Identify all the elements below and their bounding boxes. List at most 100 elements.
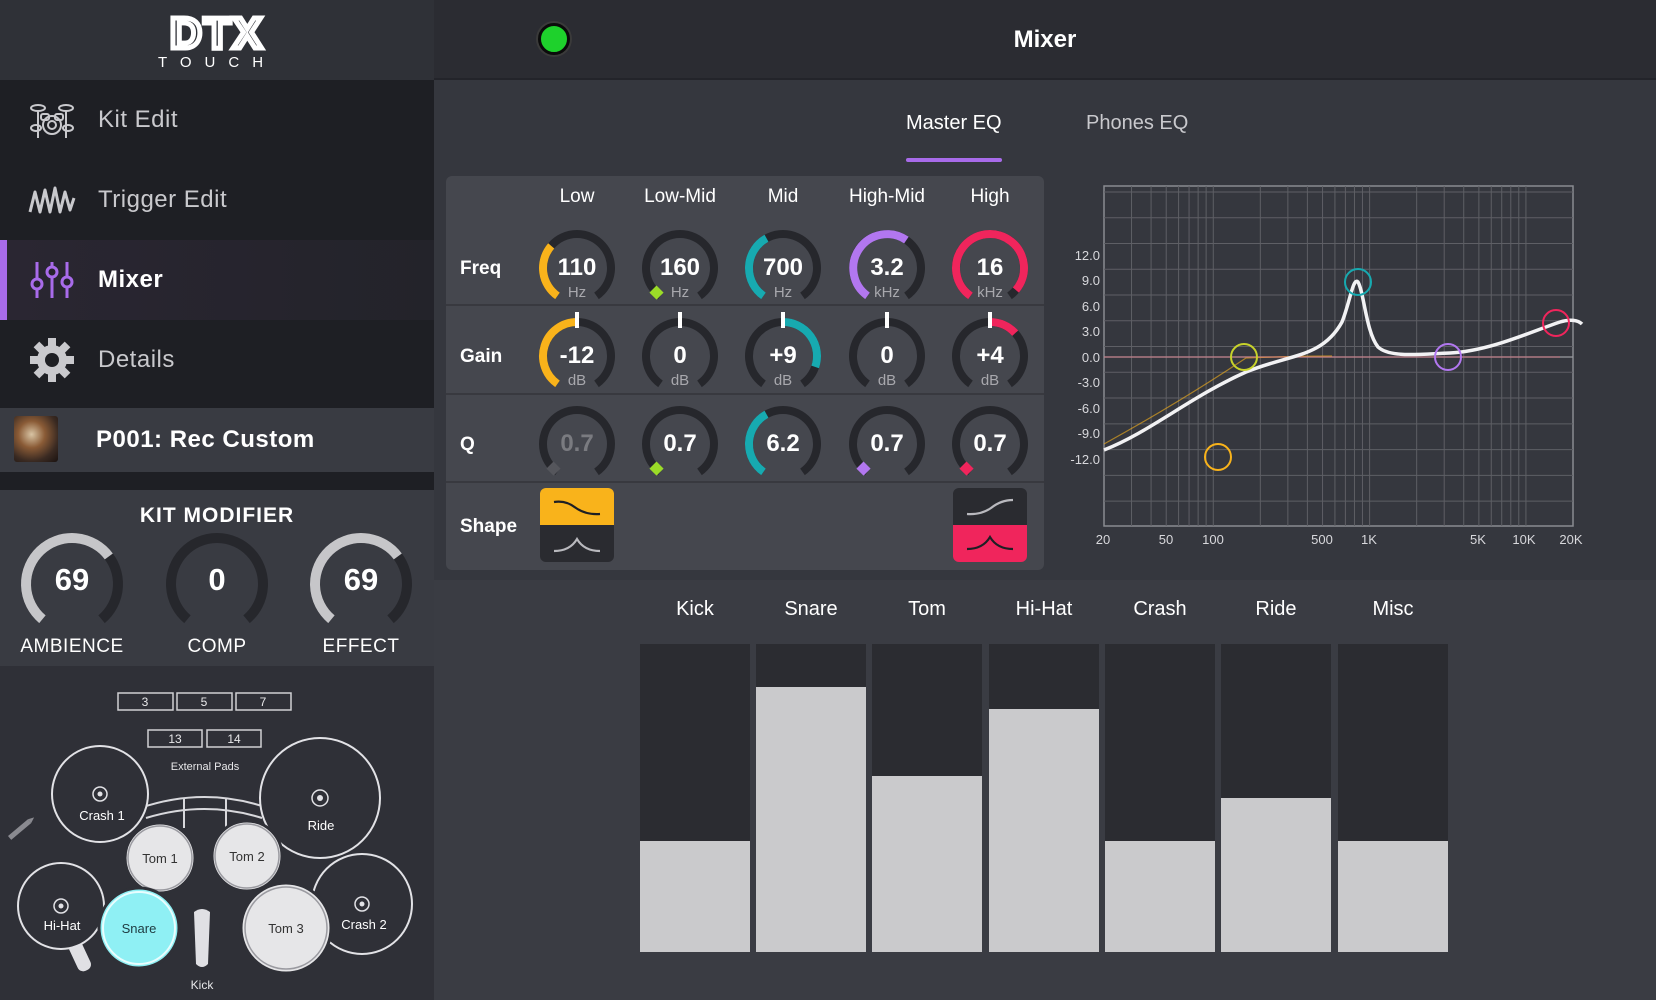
tab-master-eq[interactable]: Master EQ bbox=[906, 112, 1002, 135]
pad-kick[interactable]: Kick bbox=[191, 909, 215, 992]
high-q-knob[interactable]: 0.7 bbox=[944, 400, 1036, 484]
knob-center-marker bbox=[575, 312, 579, 328]
fader-misc[interactable] bbox=[1338, 644, 1448, 952]
knob-value: -12 bbox=[559, 342, 595, 369]
y-tick-label: -9.0 bbox=[1078, 426, 1100, 441]
effect-knob[interactable]: 69 bbox=[301, 532, 421, 632]
y-tick-label: 9.0 bbox=[1082, 273, 1100, 288]
effect-label: EFFECT bbox=[322, 636, 400, 657]
low-shape-toggle[interactable] bbox=[540, 488, 614, 562]
knob-value: 700 bbox=[762, 254, 804, 281]
pad-tom-1[interactable]: Tom 1 bbox=[123, 821, 197, 895]
nav-kit-edit[interactable]: Kit Edit bbox=[0, 80, 434, 160]
low-gain-knob[interactable]: -12 dB bbox=[531, 312, 623, 396]
channel-label-snare: Snare bbox=[784, 598, 838, 620]
knob-value: 160 bbox=[659, 254, 701, 281]
nav-mixer[interactable]: Mixer bbox=[0, 240, 434, 320]
low-q-knob[interactable]: 0.7 bbox=[531, 400, 623, 484]
low-mid-gain-knob[interactable]: 0 dB bbox=[634, 312, 726, 396]
y-tick-label: -6.0 bbox=[1078, 401, 1100, 416]
pad-snare[interactable]: Snare bbox=[97, 886, 181, 970]
fader-hi-hat[interactable] bbox=[989, 644, 1099, 952]
fader-crash[interactable] bbox=[1105, 644, 1215, 952]
x-tick-label: 20 bbox=[1096, 532, 1110, 547]
pad-tom-3[interactable]: Tom 3 bbox=[239, 881, 333, 975]
gear-icon bbox=[30, 338, 74, 382]
graph-x-axis: 20 50 100 500 1K 5K 10K 20K bbox=[1096, 532, 1583, 547]
low-freq-knob[interactable]: 110 Hz bbox=[531, 224, 623, 308]
knob-center-marker bbox=[781, 312, 785, 328]
comp-knob[interactable]: 0 bbox=[157, 532, 277, 632]
fader-level bbox=[872, 776, 982, 952]
pad-crash-1[interactable]: Crash 1 bbox=[51, 745, 149, 843]
knob-unit: Hz bbox=[773, 284, 793, 301]
comp-value: 0 bbox=[208, 562, 226, 597]
eq-response-graph[interactable]: 12.0 9.0 6.0 3.0 0.0 -3.0 -6.0 -9.0 -12.… bbox=[1060, 182, 1596, 554]
high-shape-toggle[interactable] bbox=[953, 488, 1027, 562]
pad-crash-2-label: Crash 2 bbox=[341, 917, 387, 932]
mid-q-knob[interactable]: 6.2 bbox=[737, 400, 829, 484]
x-tick-label: 50 bbox=[1159, 532, 1173, 547]
high-shelf-option[interactable] bbox=[953, 488, 1027, 525]
low-peak-option[interactable] bbox=[540, 525, 614, 562]
pad-crash-1-label: Crash 1 bbox=[79, 808, 125, 823]
drum-kit-icon bbox=[30, 104, 74, 138]
tab-active-indicator bbox=[906, 158, 1002, 162]
band-header-mid: Mid bbox=[767, 186, 799, 207]
knob-unit: dB bbox=[877, 372, 897, 389]
high-mid-gain-knob[interactable]: 0 dB bbox=[841, 312, 933, 396]
fader-ride[interactable] bbox=[1221, 644, 1331, 952]
fader-kick[interactable] bbox=[640, 644, 750, 952]
current-kit[interactable]: P001: Rec Custom bbox=[0, 408, 434, 472]
x-tick-label: 20K bbox=[1559, 532, 1582, 547]
ambience-label: AMBIENCE bbox=[20, 636, 124, 657]
fader-snare[interactable] bbox=[756, 644, 866, 952]
band-header-low: Low bbox=[559, 186, 595, 207]
pad-tom-2-label: Tom 2 bbox=[229, 849, 264, 864]
fader-tom[interactable] bbox=[872, 644, 982, 952]
pad-tom-2[interactable]: Tom 2 bbox=[210, 819, 284, 893]
x-tick-label: 5K bbox=[1470, 532, 1486, 547]
external-pad-5-label: 5 bbox=[201, 695, 208, 709]
svg-text:TOUCH: TOUCH bbox=[158, 54, 276, 70]
high-gain-knob[interactable]: +4 dB bbox=[944, 312, 1036, 396]
effect-value: 69 bbox=[343, 562, 379, 597]
y-tick-label: 0.0 bbox=[1082, 350, 1100, 365]
pad-hi-hat[interactable]: Hi-Hat bbox=[17, 862, 105, 950]
mid-freq-knob[interactable]: 700 Hz bbox=[737, 224, 829, 308]
knob-value: 0.7 bbox=[560, 430, 594, 457]
knob-unit: dB bbox=[670, 372, 690, 389]
fader-level bbox=[1338, 841, 1448, 952]
high-mid-freq-knob[interactable]: 3.2 kHz bbox=[841, 224, 933, 308]
pad-kick-label: Kick bbox=[191, 978, 215, 992]
high-freq-knob[interactable]: 16 kHz bbox=[944, 224, 1036, 308]
nav-trigger-edit[interactable]: Trigger Edit bbox=[0, 160, 434, 240]
nav-label: Kit Edit bbox=[98, 106, 179, 133]
y-tick-label: 6.0 bbox=[1082, 299, 1100, 314]
sliders-icon bbox=[30, 262, 74, 298]
knob-value: 0.7 bbox=[870, 430, 904, 457]
high-peak-option[interactable] bbox=[953, 525, 1027, 562]
high-mid-q-knob[interactable]: 0.7 bbox=[841, 400, 933, 484]
kit-modifier: KIT MODIFIER 69 0 69 AMBIENCE COMP EFFEC… bbox=[0, 490, 434, 666]
tab-phones-eq[interactable]: Phones EQ bbox=[1086, 112, 1188, 135]
knob-unit: dB bbox=[773, 372, 793, 389]
edit-pencil-icon[interactable] bbox=[8, 815, 36, 840]
external-pads-label: External Pads bbox=[171, 761, 240, 773]
mid-gain-knob[interactable]: +9 dB bbox=[737, 312, 829, 396]
ambience-knob[interactable]: 69 bbox=[12, 532, 132, 632]
nav-details[interactable]: Details bbox=[0, 320, 434, 400]
y-tick-label: 3.0 bbox=[1082, 324, 1100, 339]
knob-value: 0 bbox=[673, 342, 687, 369]
kit-modifier-title: KIT MODIFIER bbox=[139, 504, 295, 527]
knob-value: 3.2 bbox=[870, 254, 904, 281]
pad-ride-label: Ride bbox=[308, 818, 335, 833]
low-mid-freq-knob[interactable]: 160 Hz bbox=[634, 224, 726, 308]
low-mid-q-knob[interactable]: 0.7 bbox=[634, 400, 726, 484]
graph-grid bbox=[1103, 185, 1574, 527]
app-window: DTX TOUCH Kit Edit Trigger Edit Mixer De… bbox=[0, 0, 1656, 1000]
row-label-gain: Gain bbox=[460, 346, 503, 367]
low-shelf-option[interactable] bbox=[540, 488, 614, 525]
x-tick-label: 10K bbox=[1512, 532, 1535, 547]
comp-label: COMP bbox=[187, 636, 247, 657]
